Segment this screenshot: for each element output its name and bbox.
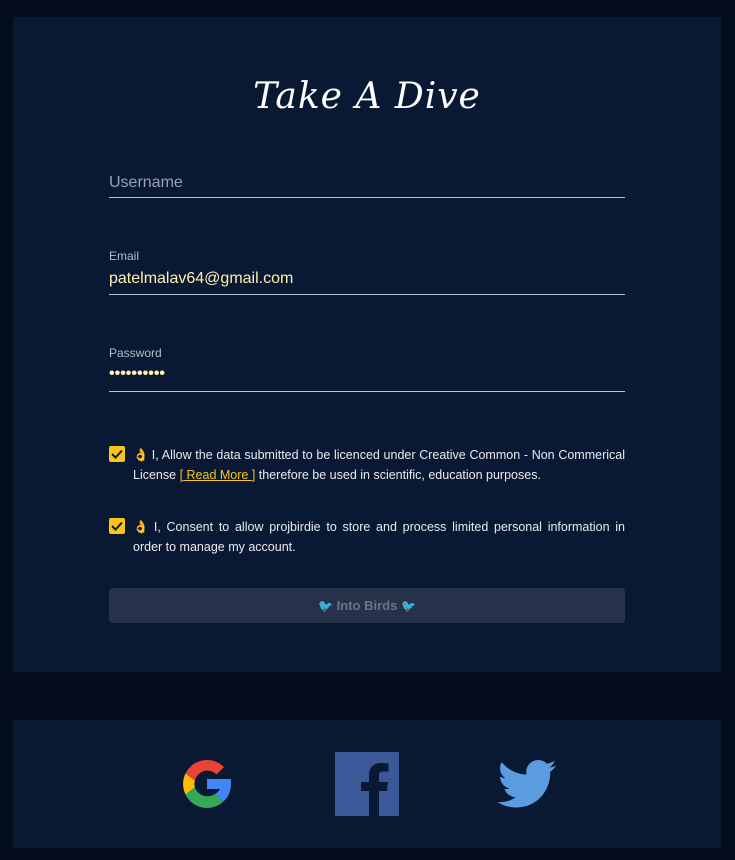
ok-hand-icon: 👌 — [133, 448, 149, 462]
password-label: Password — [109, 346, 162, 360]
read-more-link[interactable]: [ Read More ] — [180, 468, 256, 482]
email-label: Email — [109, 249, 140, 263]
license-text: 👌 I, Allow the data submitted to be licen… — [133, 445, 625, 485]
ok-hand-icon: 👌 — [133, 520, 151, 534]
data-consent-checkbox[interactable] — [109, 518, 125, 534]
username-placeholder: Username — [109, 174, 183, 191]
submit-label: Into Birds — [336, 598, 398, 613]
license-consent: 👌 I, Allow the data submitted to be licen… — [109, 445, 625, 485]
signup-card: Take A Dive Username Email patelmalav64@… — [13, 17, 721, 672]
twitter-icon[interactable] — [495, 752, 559, 816]
checkmark-icon — [111, 449, 123, 459]
page-title: Take A Dive — [253, 76, 481, 117]
password-field[interactable]: Password •••••••••• — [109, 344, 625, 392]
password-value[interactable]: •••••••••• — [109, 365, 165, 383]
social-login-panel — [13, 720, 721, 848]
bird-icon: 🐦 — [400, 599, 416, 613]
license-checkbox[interactable] — [109, 446, 125, 462]
google-icon[interactable] — [175, 752, 239, 816]
email-value[interactable]: patelmalav64@gmail.com — [109, 270, 293, 288]
data-consent-text: 👌 I, Consent to allow projbirdie to store… — [133, 517, 625, 557]
email-field[interactable]: Email patelmalav64@gmail.com — [109, 247, 625, 295]
bird-icon: 🐦 — [318, 599, 334, 613]
facebook-icon[interactable] — [335, 752, 399, 816]
username-field[interactable]: Username — [109, 167, 625, 198]
license-text-after: therefore be used in scientific, educati… — [258, 468, 541, 482]
data-consent-text-body: I, Consent to allow projbirdie to store … — [133, 520, 625, 554]
submit-button[interactable]: 🐦 Into Birds 🐦 — [109, 588, 625, 623]
checkmark-icon — [111, 521, 123, 531]
data-consent: 👌 I, Consent to allow projbirdie to store… — [109, 517, 625, 557]
